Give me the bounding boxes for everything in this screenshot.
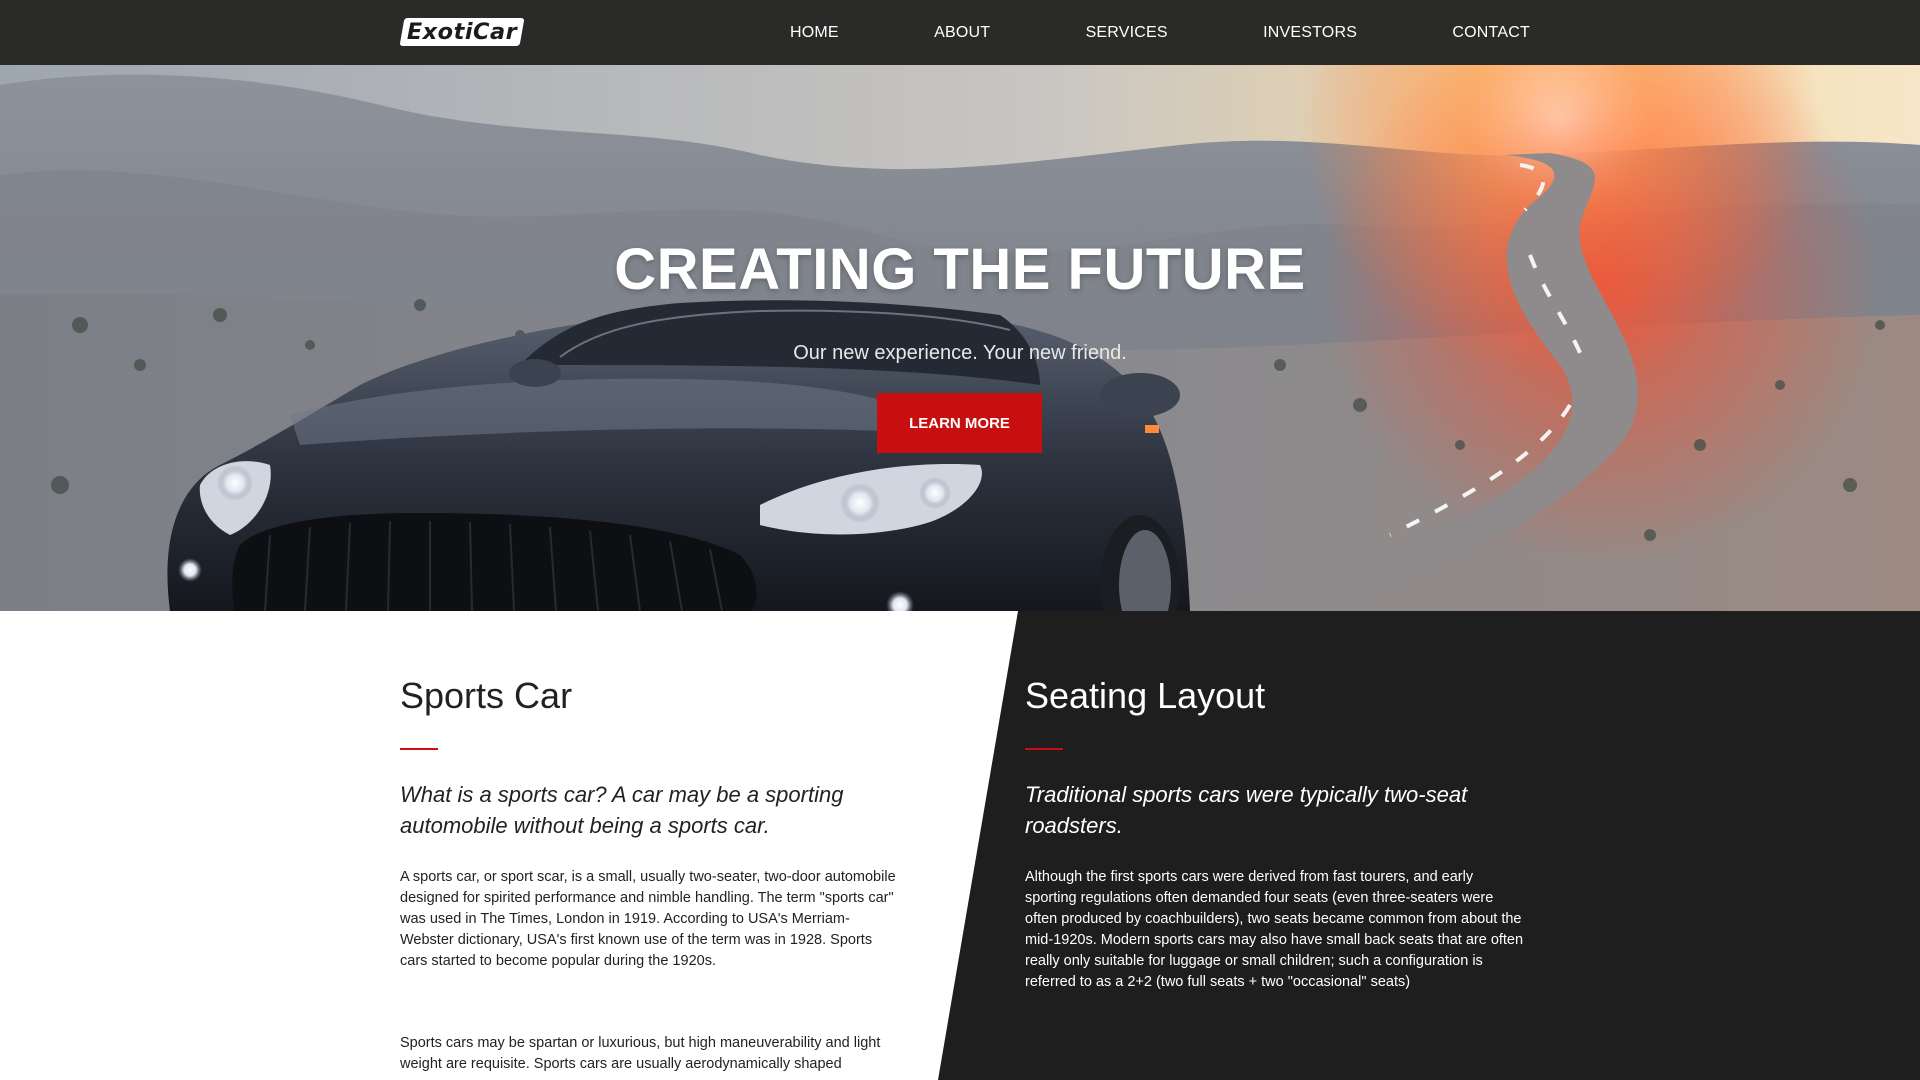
hero-subtitle: Our new experience. Your new friend.: [793, 342, 1127, 364]
section-paragraph: Although the first sports cars were deri…: [1025, 869, 1524, 990]
hero-background-image: [0, 65, 1920, 611]
section-lead: Traditional sports cars were typically t…: [1025, 782, 1468, 838]
exoticar-logo[interactable]: ExotiCar: [399, 18, 525, 46]
hero-title: CREATING THE FUTURE: [614, 237, 1306, 302]
heading-underline: [1025, 748, 1063, 750]
section-paragraph: Sports cars may be spartan or luxurious,…: [400, 1035, 881, 1072]
dark-diagonal-panel: [938, 611, 1920, 1080]
section-paragraph: A sports car, or sport scar, is a small,…: [400, 869, 896, 969]
section-heading: Seating Layout: [1025, 675, 1266, 716]
nav-about-link[interactable]: ABOUT: [934, 24, 990, 42]
section-lead: What is a sports car? A car may be a spo…: [400, 782, 844, 838]
logo-text: ExotiCar: [406, 19, 518, 45]
main-menu: HOME ABOUT SERVICES INVESTORS CONTACT: [790, 0, 1530, 65]
nav-investors-link[interactable]: INVESTORS: [1263, 24, 1357, 42]
nav-services-link[interactable]: SERVICES: [1086, 24, 1168, 42]
nav-contact-link[interactable]: CONTACT: [1452, 24, 1530, 42]
section-heading: Sports Car: [400, 675, 573, 716]
top-navbar: ExotiCar HOME ABOUT SERVICES INVESTORS C…: [0, 0, 1920, 65]
heading-underline: [400, 748, 438, 750]
hero-banner: CREATING THE FUTURE Our new experience. …: [0, 65, 1920, 611]
nav-home-link[interactable]: HOME: [790, 24, 839, 42]
learn-more-button[interactable]: LEARN MORE: [877, 393, 1042, 453]
